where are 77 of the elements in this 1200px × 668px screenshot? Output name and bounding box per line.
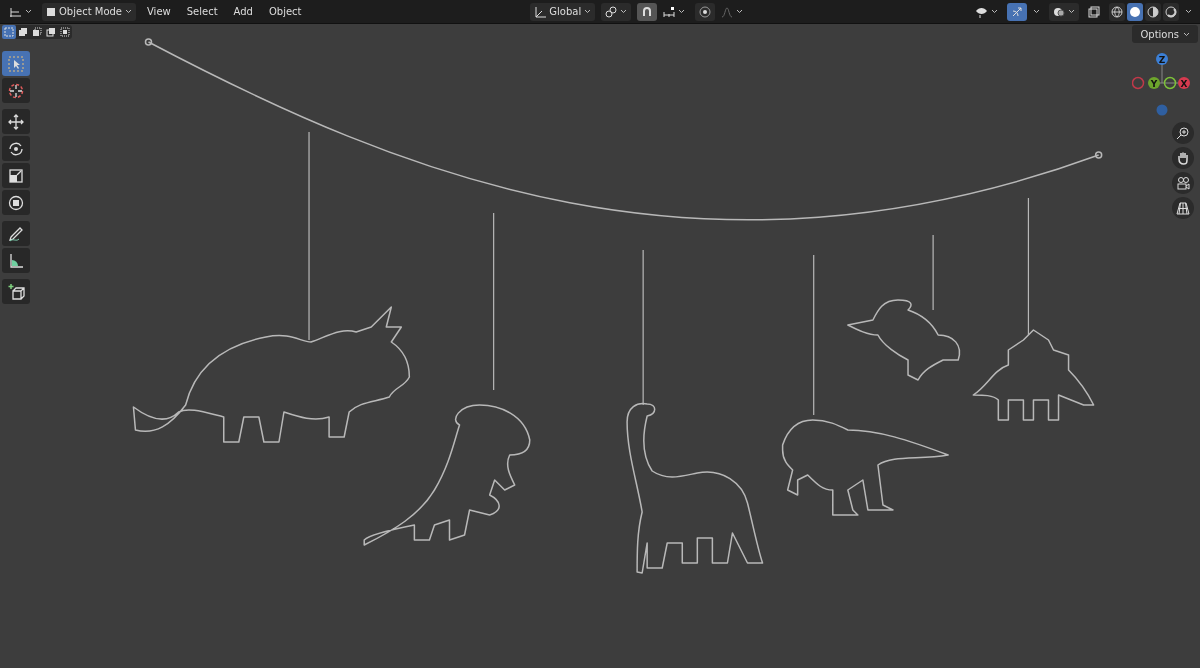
xray-square-icon: [1088, 5, 1100, 18]
caret-icon: [125, 9, 132, 14]
proportional-edit-toggle[interactable]: [695, 2, 716, 21]
axes-icon: [534, 5, 547, 18]
shading-mode-button[interactable]: [1109, 2, 1125, 21]
scale-icon: [7, 166, 25, 185]
select-new-icon: [4, 27, 14, 37]
overlay-circles-icon: [1053, 5, 1065, 18]
x-axis-label: X: [1180, 78, 1188, 89]
zoom-in-icon: [1176, 126, 1190, 140]
select-mode-button[interactable]: [16, 25, 30, 39]
select-invert-icon: [46, 27, 56, 37]
camera-button[interactable]: [1172, 172, 1194, 194]
snap-toggle[interactable]: [637, 2, 658, 21]
tool-button[interactable]: [2, 163, 30, 188]
transform-icon: [7, 193, 25, 212]
select-mode-button[interactable]: [58, 25, 72, 39]
mode-dropdown[interactable]: Object Mode: [42, 2, 136, 21]
tool-button[interactable]: [2, 109, 30, 134]
perspective-button[interactable]: [1172, 197, 1194, 219]
caret-icon: [1068, 9, 1075, 14]
caret-icon: [1185, 9, 1192, 14]
material-sphere-icon: [1147, 5, 1159, 18]
caret-icon: [678, 9, 686, 14]
pivot-dropdown[interactable]: [601, 2, 632, 21]
move-arrows-icon: [7, 112, 25, 131]
z-axis-label: Z: [1158, 54, 1166, 65]
shading-mode-button[interactable]: [1163, 2, 1179, 21]
ruler-icon: [7, 251, 25, 270]
caret-icon: [25, 9, 32, 14]
shading-mode-button[interactable]: [1127, 2, 1143, 21]
tool-button[interactable]: [2, 248, 30, 273]
caret-icon: [991, 9, 998, 14]
caret-icon: [620, 9, 628, 14]
caret-icon: [1183, 31, 1190, 37]
gizmo-toggle[interactable]: [1007, 2, 1027, 21]
select-extend-icon: [18, 27, 28, 37]
select-mode-button[interactable]: [30, 25, 44, 39]
rendered-sphere-icon: [1165, 5, 1177, 18]
gizmo-arrows-icon: [1011, 5, 1023, 18]
zoom-button[interactable]: [1172, 122, 1194, 144]
select-box-icon: [7, 54, 25, 73]
cursor-icon: [7, 81, 25, 100]
shading-mode-button[interactable]: [1145, 2, 1161, 21]
cube-icon: [46, 6, 56, 17]
tool-button[interactable]: [2, 190, 30, 215]
select-intersect-icon: [60, 27, 70, 37]
caret-icon: [736, 9, 744, 14]
add-cube-icon: [7, 282, 25, 301]
tool-button[interactable]: [2, 136, 30, 161]
magnet-icon: [641, 5, 654, 18]
wireframe-sphere-icon: [1111, 5, 1123, 18]
eye-icon: [975, 5, 988, 18]
axes-icon: [8, 5, 22, 18]
options-dropdown[interactable]: Options: [1132, 25, 1198, 43]
menu-item[interactable]: View: [142, 2, 176, 21]
solid-sphere-icon: [1129, 5, 1141, 18]
camera-icon: [1176, 176, 1190, 190]
falloff-curve-icon: [721, 5, 734, 18]
menu-item[interactable]: Add: [228, 2, 258, 21]
grid-icon: [1176, 201, 1190, 215]
link-icon: [605, 5, 618, 18]
menu-item[interactable]: Object: [263, 2, 307, 21]
target-circle-icon: [699, 5, 712, 18]
orientation-dropdown[interactable]: Global: [530, 2, 596, 21]
menu-item[interactable]: Select: [181, 2, 223, 21]
caret-icon: [1033, 9, 1040, 14]
tool-button[interactable]: [2, 279, 30, 304]
select-subtract-icon: [32, 27, 42, 37]
tool-button[interactable]: [2, 221, 30, 246]
y-axis-label: Y: [1150, 78, 1158, 89]
snap-increment-icon: [663, 5, 676, 18]
overlays-button[interactable]: [1049, 2, 1079, 21]
axis-gizmo[interactable]: Z Y X: [1132, 47, 1192, 119]
caret-icon: [584, 9, 592, 14]
tool-button[interactable]: [2, 78, 30, 103]
select-mode-button[interactable]: [44, 25, 58, 39]
